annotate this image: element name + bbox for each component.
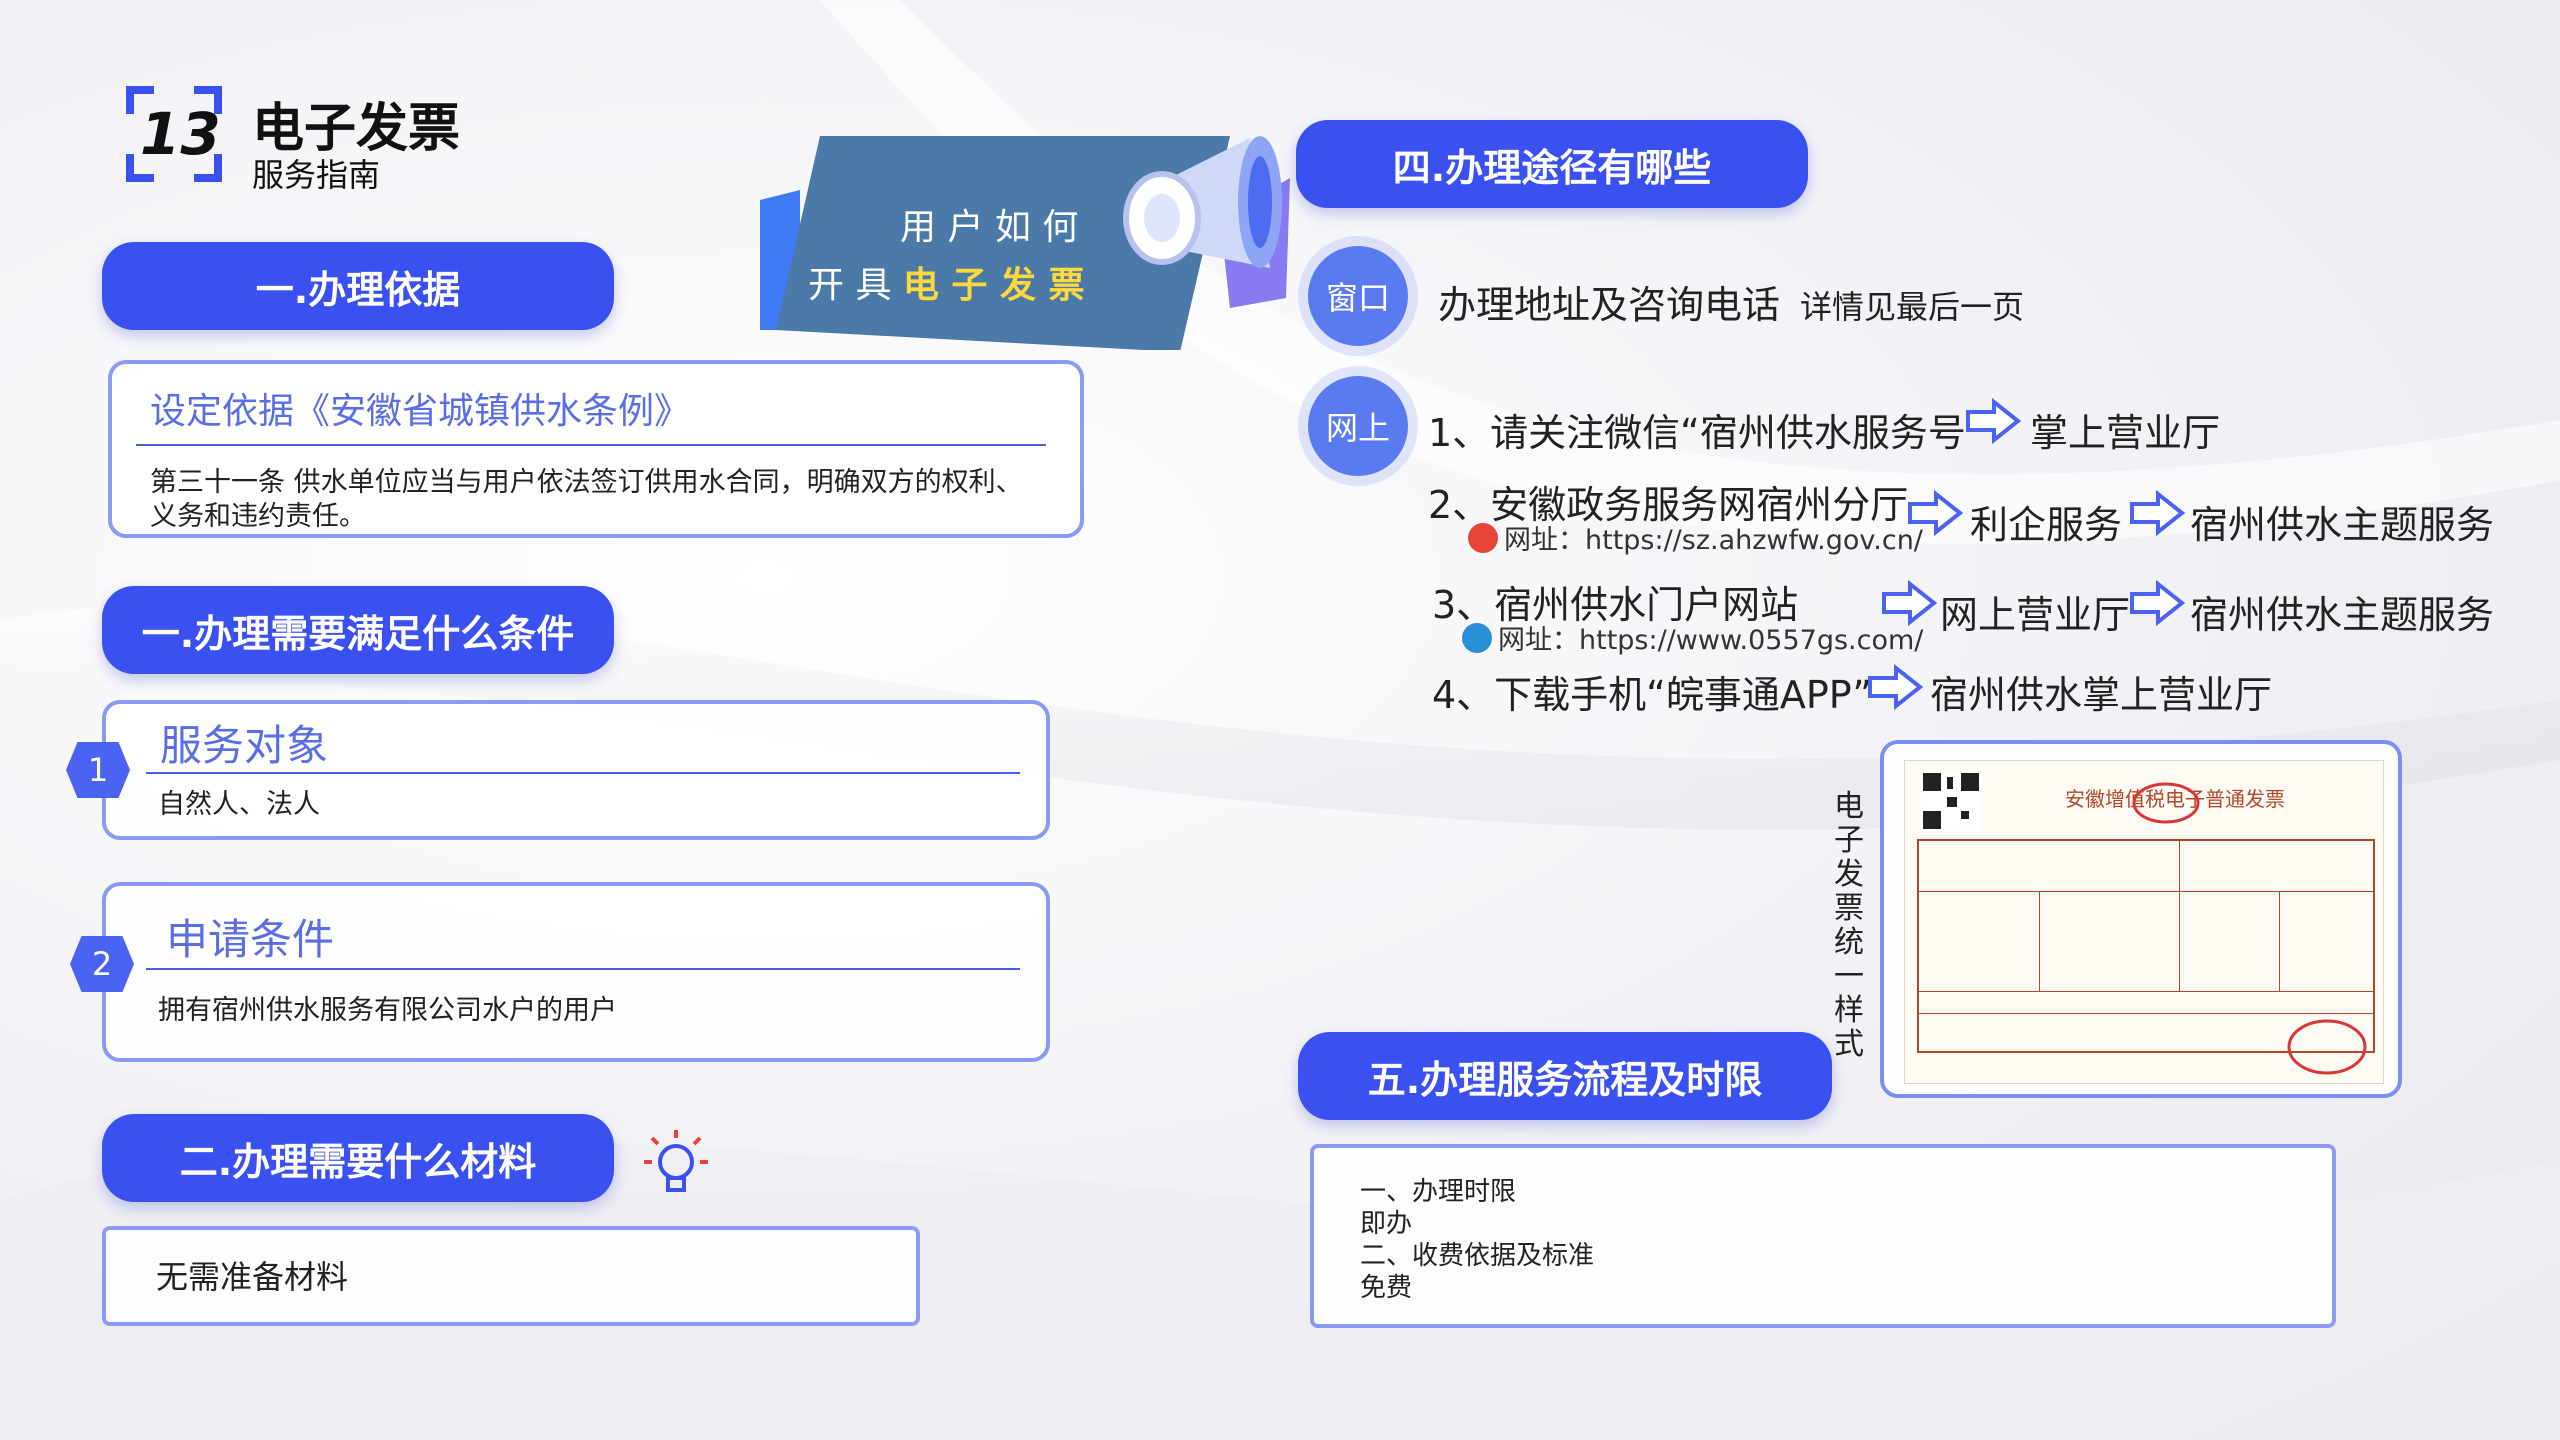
lightbulb-icon [644,1130,708,1192]
online-item-2-target-2: 宿州供水主题服务 [2190,503,2495,547]
condition-1-title: 服务对象 [160,721,329,770]
online-item-3-url-text: 网址：https://www.0557gs.com/ [1498,625,1924,656]
water-logo-icon [1462,622,1492,653]
banner-line1: 用 户 如 何 [900,207,1079,248]
arrow-right-icon [1882,580,1938,626]
online-item-2-url: 网址：https://sz.ahzwfw.gov.cn/ [1468,518,1923,557]
megaphone-icon [1123,136,1290,308]
basis-text-line1: 第三十一条 供水单位应当与用户依法签订供用水合同，明确双方的权利、 [150,467,1023,498]
invoice-grid-row [1919,1013,2373,1014]
online-badge: 网上 [1308,376,1408,476]
online-item-1-text: 1、请关注微信“宿州供水服务号” [1428,411,1986,455]
arrow-right-icon [1966,398,2022,444]
header-subtitle: 服务指南 [252,156,381,194]
section-basis-heading: 一.办理依据 [102,242,614,330]
invoice-grid-row [1919,991,2373,992]
condition-2-divider [146,968,1020,970]
online-item-3-target-1: 网上营业厅 [1940,593,2131,637]
condition-1-divider [146,772,1020,774]
invoice-seal-icon [2132,782,2200,824]
online-item-3-url: 网址：https://www.0557gs.com/ [1462,618,1923,657]
basis-text-line2: 义务和违约责任。 [150,501,366,532]
basis-card: 设定依据《安徽省城镇供水条例》 第三十一条 供水单位应当与用户依法签订供用水合同… [108,360,1084,538]
banner-line2-prefix: 开 具 [808,265,903,306]
online-item-4-target: 宿州供水掌上营业厅 [1930,673,2273,717]
window-sub-text: 详情见最后一页 [1800,288,2025,326]
online-item-1-target: 掌上营业厅 [2030,411,2221,455]
section-conditions-heading: 一.办理需要满足什么条件 [102,586,614,674]
online-item-3-target-2: 宿州供水主题服务 [2190,593,2495,637]
process-line-2: 即办 [1360,1209,1413,1239]
basis-title: 设定依据《安徽省城镇供水条例》 [150,391,691,432]
process-card: 一、办理时限 即办 二、收费依据及标准 免费 [1310,1144,2336,1328]
invoice-grid-col [2039,891,2040,991]
basis-divider [136,444,1046,446]
logo-text: 13 [140,100,221,168]
invoice-grid-row [1919,891,2373,892]
arrow-right-icon [1908,490,1964,536]
condition-card-2: 申请条件 拥有宿州供水服务有限公司水户的用户 [102,882,1050,1062]
section-channels-heading: 四.办理途径有哪些 [1296,120,1808,208]
section-materials-heading: 二.办理需要什么材料 [102,1114,614,1202]
condition-1-number: 1 [66,742,130,798]
condition-2-number: 2 [70,936,134,992]
process-line-3: 二、收费依据及标准 [1360,1241,1595,1271]
banner-line2: 开 具 电 子 发 票 [808,256,1085,308]
window-badge: 窗口 [1308,246,1408,346]
invoice-sample: 安徽增值税电子普通发票 [1904,760,2384,1084]
arrow-right-icon [2130,490,2186,536]
section-process-heading: 五.办理服务流程及时限 [1298,1032,1832,1120]
qr-code-icon [1921,771,1981,831]
invoice-sample-card: 安徽增值税电子普通发票 [1880,740,2402,1098]
condition-card-1: 服务对象 自然人、法人 [102,700,1050,840]
invoice-grid-col [2279,891,2280,991]
invoice-stamp-icon [2287,1019,2367,1075]
online-item-2-target-1: 利企服务 [1970,503,2123,547]
invoice-caption: 电子发票统一样式 [1834,789,1864,1062]
arrow-right-icon [1868,664,1924,710]
materials-text: 无需准备材料 [156,1258,349,1296]
window-main-text: 办理地址及咨询电话 [1438,283,1781,327]
materials-card: 无需准备材料 [102,1226,920,1326]
condition-2-title: 申请条件 [166,915,335,964]
process-line-4: 免费 [1360,1273,1413,1303]
arrow-right-icon [2130,580,2186,626]
process-line-1: 一、办理时限 [1360,1177,1517,1207]
condition-2-text: 拥有宿州供水服务有限公司水户的用户 [158,995,617,1026]
online-item-2-url-text: 网址：https://sz.ahzwfw.gov.cn/ [1504,525,1923,556]
condition-1-text: 自然人、法人 [158,789,320,820]
banner-line2-highlight: 电 子 发 票 [902,265,1085,306]
gov-logo-icon [1468,522,1498,553]
online-item-4-text: 4、下载手机“皖事通APP” [1432,673,1873,717]
logo: 13 [126,86,222,182]
invoice-grid-col [2179,841,2180,991]
